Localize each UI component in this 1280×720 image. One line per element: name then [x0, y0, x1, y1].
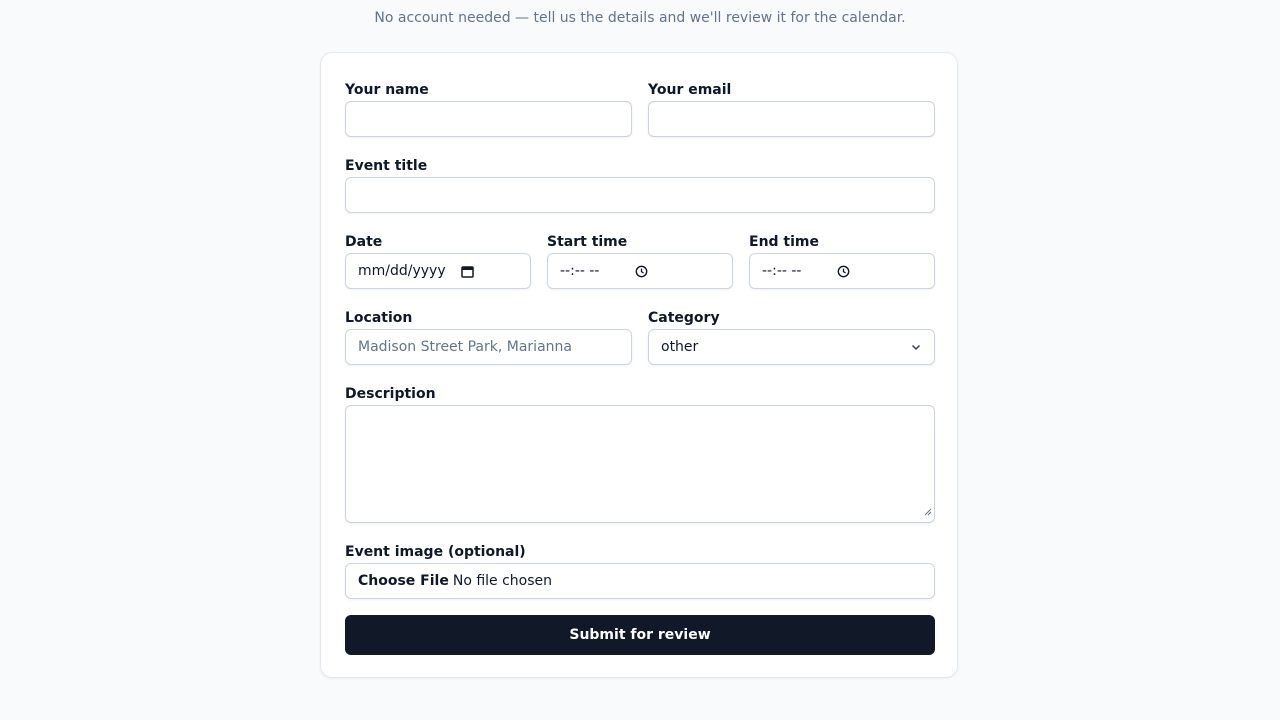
description-label: Description: [345, 386, 436, 402]
location-placeholder: Madison Street Park, Marianna: [358, 339, 572, 355]
event-image-input[interactable]: Choose File No file chosen: [345, 563, 935, 599]
email-label: Your email: [648, 82, 732, 98]
file-status: No file chosen: [452, 573, 553, 589]
start-time-label: Start time: [547, 234, 628, 250]
category-select[interactable]: other: [648, 329, 935, 365]
location-input[interactable]: Madison Street Park, Marianna: [345, 329, 632, 365]
page-subtitle: No account needed — tell us the details …: [374, 10, 906, 26]
description-textarea[interactable]: [345, 405, 935, 523]
name-input[interactable]: [345, 101, 632, 137]
category-selected-value: other: [661, 339, 699, 355]
location-label: Location: [345, 310, 413, 326]
resize-handle-icon[interactable]: [923, 501, 932, 520]
end-time-input[interactable]: --:-- --: [749, 253, 935, 289]
page: No account needed — tell us the details …: [0, 0, 1280, 720]
event-title-label: Event title: [345, 158, 428, 174]
start-time-placeholder: --:-- --: [560, 263, 600, 279]
email-input[interactable]: [648, 101, 935, 137]
event-image-label: Event image (optional): [345, 544, 526, 560]
clock-icon[interactable]: [635, 265, 648, 278]
calendar-icon[interactable]: [460, 265, 474, 278]
event-title-input[interactable]: [345, 177, 935, 213]
start-time-input[interactable]: --:-- --: [547, 253, 733, 289]
date-placeholder: mm/dd/yyyy: [358, 263, 446, 279]
submit-event-form-card: Your name Your email Event title Date mm…: [320, 52, 958, 678]
category-label: Category: [648, 310, 720, 326]
date-input[interactable]: mm/dd/yyyy: [345, 253, 531, 289]
chevron-down-icon: [910, 341, 922, 353]
clock-icon[interactable]: [837, 265, 850, 278]
submit-for-review-button[interactable]: Submit for review: [345, 615, 935, 655]
end-time-label: End time: [749, 234, 819, 250]
date-label: Date: [345, 234, 383, 250]
name-label: Your name: [345, 82, 429, 98]
end-time-placeholder: --:-- --: [762, 263, 802, 279]
choose-file-button[interactable]: Choose File: [358, 573, 449, 589]
